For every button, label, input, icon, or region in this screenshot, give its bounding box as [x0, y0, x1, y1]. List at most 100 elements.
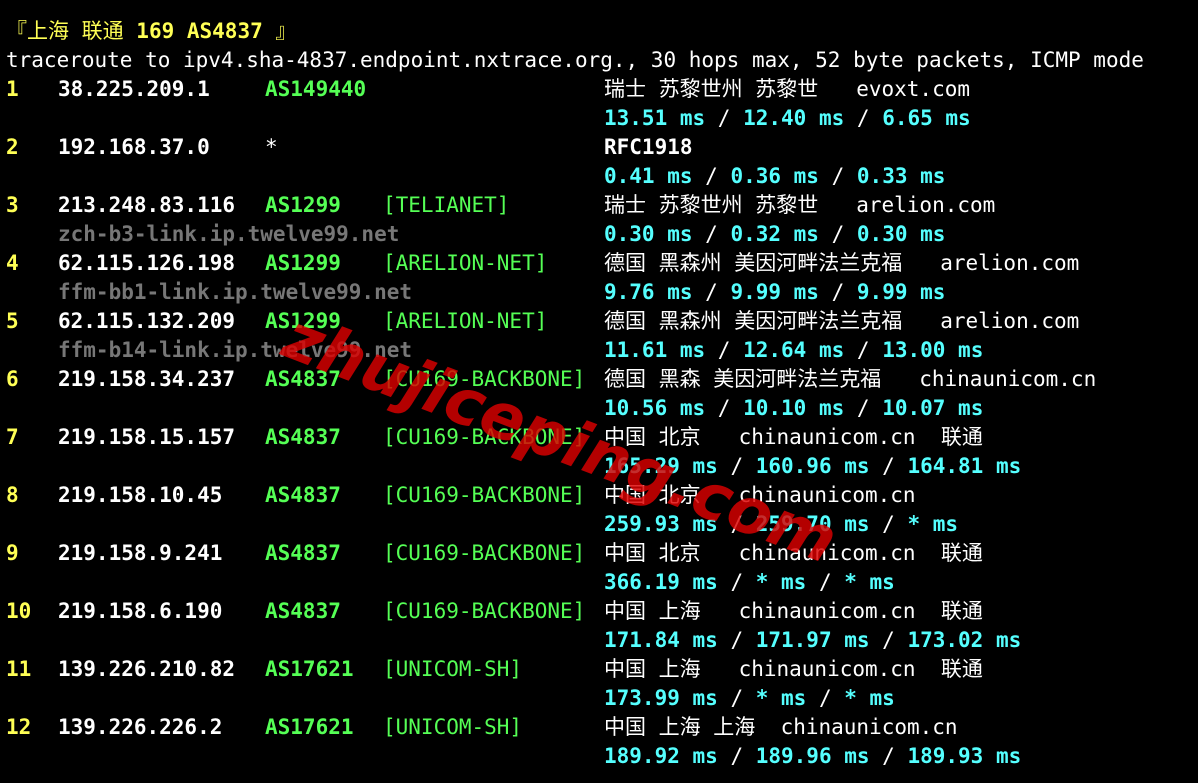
- hop-ip: 38.225.209.1: [58, 77, 210, 101]
- rtt-value: 10.10 ms: [743, 396, 845, 420]
- hop-rtt: 0.30 ms / 0.32 ms / 0.30 ms: [604, 220, 945, 249]
- rtt-value: 12.64 ms: [743, 338, 845, 362]
- hop-network-tag: [CU169-BACKBONE]: [383, 599, 586, 623]
- rtt-separator: /: [818, 222, 857, 246]
- hop-geo: 中国 北京 chinaunicom.cn 联通: [604, 425, 983, 449]
- title-highlight: 169 AS4837: [136, 19, 263, 43]
- rtt-value: 173.02 ms: [907, 628, 1022, 652]
- rtt-value: 160.96 ms: [755, 454, 870, 478]
- rtt-separator: /: [705, 396, 744, 420]
- hop-asn: AS1299: [265, 309, 341, 333]
- rtt-value: 0.32 ms: [730, 222, 819, 246]
- rtt-value: 11.61 ms: [604, 338, 706, 362]
- hop-rtt: 171.84 ms / 171.97 ms / 173.02 ms: [604, 626, 1021, 655]
- hop-number: 4: [6, 251, 19, 275]
- hop-ip: 219.158.9.241: [58, 541, 223, 565]
- rtt-value: 259.93 ms: [604, 512, 718, 536]
- hop-rtt: 9.76 ms / 9.99 ms / 9.99 ms: [604, 278, 945, 307]
- rtt-value: 9.99 ms: [856, 280, 946, 304]
- hop-rtt: 259.93 ms / 259.70 ms / * ms: [604, 510, 958, 539]
- hop-asn: AS1299: [265, 251, 341, 275]
- hop-rtt: 189.92 ms / 189.96 ms / 189.93 ms: [604, 742, 1021, 771]
- trace-title: 『上海 联通 169 AS4837 』: [6, 17, 296, 46]
- hop-number: 10: [6, 599, 32, 623]
- hop-ip: 192.168.37.0: [58, 135, 210, 159]
- hop-number: 6: [6, 367, 19, 391]
- rtt-separator: /: [717, 686, 756, 710]
- hop-number: 11: [6, 657, 32, 681]
- rtt-separator: /: [717, 454, 756, 478]
- rtt-separator: /: [844, 338, 883, 362]
- rtt-value: 259.70 ms: [755, 512, 870, 536]
- hop-network-tag: [CU169-BACKBONE]: [383, 425, 586, 449]
- hop-geo: RFC1918: [604, 135, 693, 159]
- hop-rtt: 165.29 ms / 160.96 ms / 164.81 ms: [604, 452, 1021, 481]
- rtt-separator: /: [818, 164, 857, 188]
- rtt-separator: /: [692, 222, 731, 246]
- rtt-value: 13.51 ms: [604, 106, 706, 130]
- hop-rtt: 13.51 ms / 12.40 ms / 6.65 ms: [604, 104, 971, 133]
- rtt-value: 189.96 ms: [755, 744, 870, 768]
- hop-geo: 德国 黑森 美因河畔法兰克福 chinaunicom.cn: [604, 367, 1097, 391]
- rtt-separator: /: [717, 628, 756, 652]
- hop-rdns: ffm-bb1-link.ip.twelve99.net: [58, 280, 413, 304]
- rtt-value: * ms: [844, 686, 895, 710]
- rtt-separator: /: [705, 338, 744, 362]
- hop-ip: 62.115.126.198: [58, 251, 236, 275]
- rtt-value: * ms: [844, 570, 895, 594]
- rtt-separator: /: [806, 570, 845, 594]
- hop-rtt: 11.61 ms / 12.64 ms / 13.00 ms: [604, 336, 983, 365]
- hop-rtt: 366.19 ms / * ms / * ms: [604, 568, 895, 597]
- hop-number: 3: [6, 193, 19, 217]
- hop-ip: 139.226.226.2: [58, 715, 223, 739]
- title-open: 『上海 联通: [6, 19, 137, 43]
- hop-rtt: 0.41 ms / 0.36 ms / 0.33 ms: [604, 162, 945, 191]
- hop-ip: 139.226.210.82: [58, 657, 236, 681]
- rtt-value: 13.00 ms: [882, 338, 984, 362]
- hop-ip: 219.158.15.157: [58, 425, 236, 449]
- hop-asn: AS4837: [265, 541, 341, 565]
- rtt-separator: /: [844, 396, 883, 420]
- hop-number: 2: [6, 135, 19, 159]
- hop-ip: 219.158.10.45: [58, 483, 223, 507]
- rtt-separator: /: [806, 686, 845, 710]
- hop-network-tag: [ARELION-NET]: [383, 251, 548, 275]
- rtt-separator: /: [692, 280, 731, 304]
- hop-geo: 瑞士 苏黎世州 苏黎世 arelion.com: [604, 193, 996, 217]
- rtt-separator: /: [869, 628, 908, 652]
- rtt-value: 9.76 ms: [604, 280, 693, 304]
- rtt-value: 173.99 ms: [604, 686, 718, 710]
- hop-geo: 中国 北京 chinaunicom.cn 联通: [604, 541, 983, 565]
- hop-network-tag: [CU169-BACKBONE]: [383, 483, 586, 507]
- rtt-separator: /: [717, 744, 756, 768]
- hop-number: 8: [6, 483, 19, 507]
- hop-asn: AS4837: [265, 483, 341, 507]
- rtt-separator: /: [844, 106, 883, 130]
- rtt-value: 6.65 ms: [882, 106, 971, 130]
- hop-geo: 德国 黑森州 美因河畔法兰克福 arelion.com: [604, 251, 1080, 275]
- rtt-separator: /: [818, 280, 857, 304]
- rtt-separator: /: [717, 570, 756, 594]
- hop-asn: AS1299: [265, 193, 341, 217]
- rtt-value: 0.30 ms: [856, 222, 946, 246]
- rtt-value: * ms: [755, 570, 807, 594]
- hop-rtt: 173.99 ms / * ms / * ms: [604, 684, 895, 713]
- rtt-separator: /: [717, 512, 756, 536]
- hop-ip: 219.158.6.190: [58, 599, 223, 623]
- rtt-separator: /: [705, 106, 744, 130]
- hop-geo: 中国 上海 chinaunicom.cn 联通: [604, 657, 983, 681]
- hop-network-tag: [UNICOM-SH]: [383, 715, 523, 739]
- rtt-value: * ms: [907, 512, 959, 536]
- rtt-value: 0.33 ms: [856, 164, 946, 188]
- hop-asn: AS17621: [265, 715, 354, 739]
- rtt-value: 12.40 ms: [743, 106, 845, 130]
- rtt-value: * ms: [755, 686, 807, 710]
- hop-asn: AS4837: [265, 599, 341, 623]
- hop-number: 5: [6, 309, 19, 333]
- hop-rtt: 10.56 ms / 10.10 ms / 10.07 ms: [604, 394, 983, 423]
- hop-asn: *: [265, 135, 278, 159]
- title-close: 』: [262, 19, 297, 43]
- rtt-value: 189.93 ms: [907, 744, 1022, 768]
- rtt-value: 165.29 ms: [604, 454, 718, 478]
- hop-ip: 62.115.132.209: [58, 309, 236, 333]
